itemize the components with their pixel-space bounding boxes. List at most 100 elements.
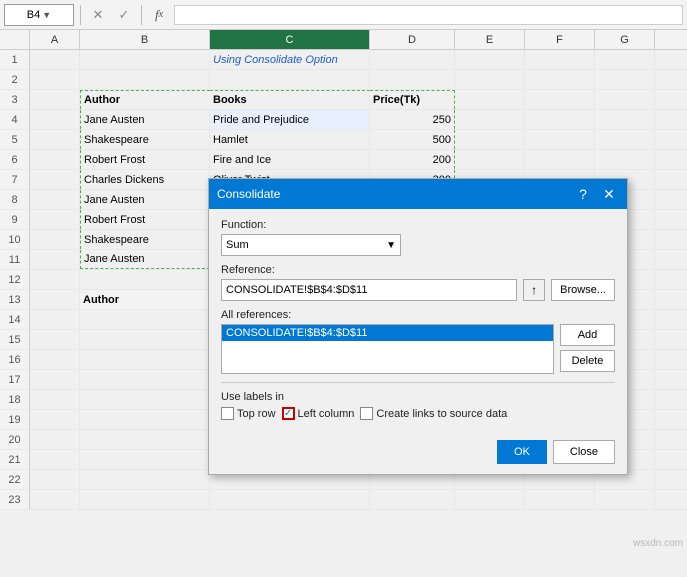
cell-b8[interactable]: Jane Austen <box>80 190 210 209</box>
cell-f6[interactable] <box>525 150 595 169</box>
cell-b13-author[interactable]: Author <box>80 290 210 309</box>
cell-f5[interactable] <box>525 130 595 149</box>
cell-e2[interactable] <box>455 70 525 89</box>
row-number: 22 <box>0 470 30 489</box>
name-box[interactable]: B4 ▼ <box>4 4 74 26</box>
row-number: 15 <box>0 330 30 349</box>
cell-a12[interactable] <box>30 270 80 289</box>
cell-b9[interactable]: Robert Frost <box>80 210 210 229</box>
cell-g1[interactable] <box>595 50 655 69</box>
cell-e5[interactable] <box>455 130 525 149</box>
row-number: 12 <box>0 270 30 289</box>
cell-b11[interactable]: Jane Austen <box>80 250 210 269</box>
cell-a5[interactable] <box>30 130 80 149</box>
all-references-box[interactable]: CONSOLIDATE!$B$4:$D$11 <box>221 324 554 374</box>
formula-input[interactable] <box>174 5 683 25</box>
cell-a4[interactable] <box>30 110 80 129</box>
cell-a11[interactable] <box>30 250 80 269</box>
cell-b1[interactable] <box>80 50 210 69</box>
top-row-checkbox-item[interactable]: Top row <box>221 407 276 420</box>
cell-d1[interactable] <box>370 50 455 69</box>
cell-a8[interactable] <box>30 190 80 209</box>
consolidate-dialog: Consolidate ? ✕ Function: Sum ▼ Referenc… <box>208 178 628 475</box>
cell-a3[interactable] <box>30 90 80 109</box>
cell-e3[interactable] <box>455 90 525 109</box>
left-column-checkbox[interactable] <box>282 407 295 420</box>
cell-a2[interactable] <box>30 70 80 89</box>
cell-f3[interactable] <box>525 90 595 109</box>
cell-g6[interactable] <box>595 150 655 169</box>
table-row: 2 <box>0 70 687 90</box>
cell-b6[interactable]: Robert Frost <box>80 150 210 169</box>
cell-g3[interactable] <box>595 90 655 109</box>
cell-a7[interactable] <box>30 170 80 189</box>
create-links-checkbox[interactable] <box>360 407 373 420</box>
left-column-checkbox-item[interactable]: Left column <box>282 407 355 420</box>
cancel-icon[interactable]: ✕ <box>87 4 109 26</box>
delete-button[interactable]: Delete <box>560 350 615 372</box>
cell-c5[interactable]: Hamlet <box>210 130 370 149</box>
cell-a13[interactable] <box>30 290 80 309</box>
cell-b7[interactable]: Charles Dickens <box>80 170 210 189</box>
cell-a1[interactable] <box>30 50 80 69</box>
reference-upload-button[interactable]: ↑ <box>523 279 545 301</box>
cell-g5[interactable] <box>595 130 655 149</box>
cell-d6[interactable]: 200 <box>370 150 455 169</box>
cell-b10[interactable]: Shakespeare <box>80 230 210 249</box>
ok-button[interactable]: OK <box>497 440 547 464</box>
function-select[interactable]: Sum ▼ <box>221 234 401 256</box>
reference-input[interactable]: CONSOLIDATE!$B$4:$D$11 <box>221 279 517 301</box>
cell-a10[interactable] <box>30 230 80 249</box>
cell-c3-header[interactable]: Books <box>210 90 370 109</box>
add-button[interactable]: Add <box>560 324 615 346</box>
refs-side-buttons: Add Delete <box>560 324 615 374</box>
col-header-c: C <box>210 30 370 49</box>
cell-d4[interactable]: 250 <box>370 110 455 129</box>
dialog-footer: OK Close <box>209 434 627 474</box>
create-links-checkbox-item[interactable]: Create links to source data <box>360 407 507 420</box>
cell-a6[interactable] <box>30 150 80 169</box>
dialog-help-button[interactable]: ? <box>573 184 593 204</box>
row-number: 2 <box>0 70 30 89</box>
cell-f4[interactable] <box>525 110 595 129</box>
cell-e4[interactable] <box>455 110 525 129</box>
dialog-close-button[interactable]: ✕ <box>599 184 619 204</box>
dialog-title-controls: ? ✕ <box>573 184 619 204</box>
cell-f1[interactable] <box>525 50 595 69</box>
cell-g2[interactable] <box>595 70 655 89</box>
reference-label: Reference: <box>221 264 615 276</box>
row-number: 23 <box>0 490 30 509</box>
cell-d3-header[interactable]: Price(Tk) <box>370 90 455 109</box>
row-num-header <box>0 30 30 49</box>
browse-button[interactable]: Browse... <box>551 279 615 301</box>
checkbox-row: Top row Left column Create links to sour… <box>221 407 615 420</box>
cell-b2[interactable] <box>80 70 210 89</box>
cell-b3-header[interactable]: Author <box>80 90 210 109</box>
cell-c4[interactable]: Pride and Prejudice <box>210 110 370 129</box>
cell-d5[interactable]: 500 <box>370 130 455 149</box>
confirm-icon[interactable]: ✓ <box>113 4 135 26</box>
close-dialog-button[interactable]: Close <box>553 440 615 464</box>
row-number: 11 <box>0 250 30 269</box>
cell-e1[interactable] <box>455 50 525 69</box>
cell-f2[interactable] <box>525 70 595 89</box>
ribbon-separator <box>80 5 81 25</box>
table-row: 4 Jane Austen Pride and Prejudice 250 <box>0 110 687 130</box>
upload-icon: ↑ <box>531 283 537 297</box>
top-row-checkbox[interactable] <box>221 407 234 420</box>
cell-a9[interactable] <box>30 210 80 229</box>
top-row-label: Top row <box>237 408 276 420</box>
table-row: 3 Author Books Price(Tk) <box>0 90 687 110</box>
create-links-label: Create links to source data <box>376 408 507 420</box>
cell-c6[interactable]: Fire and Ice <box>210 150 370 169</box>
cell-e6[interactable] <box>455 150 525 169</box>
function-value: Sum <box>226 239 249 251</box>
cell-b4[interactable]: Jane Austen <box>80 110 210 129</box>
cell-b5[interactable]: Shakespeare <box>80 130 210 149</box>
cell-c1[interactable]: Using Consolidate Option <box>210 50 370 69</box>
function-icon[interactable]: fx <box>148 4 170 26</box>
cell-b12[interactable] <box>80 270 210 289</box>
cell-d2[interactable] <box>370 70 455 89</box>
cell-c2[interactable] <box>210 70 370 89</box>
cell-g4[interactable] <box>595 110 655 129</box>
